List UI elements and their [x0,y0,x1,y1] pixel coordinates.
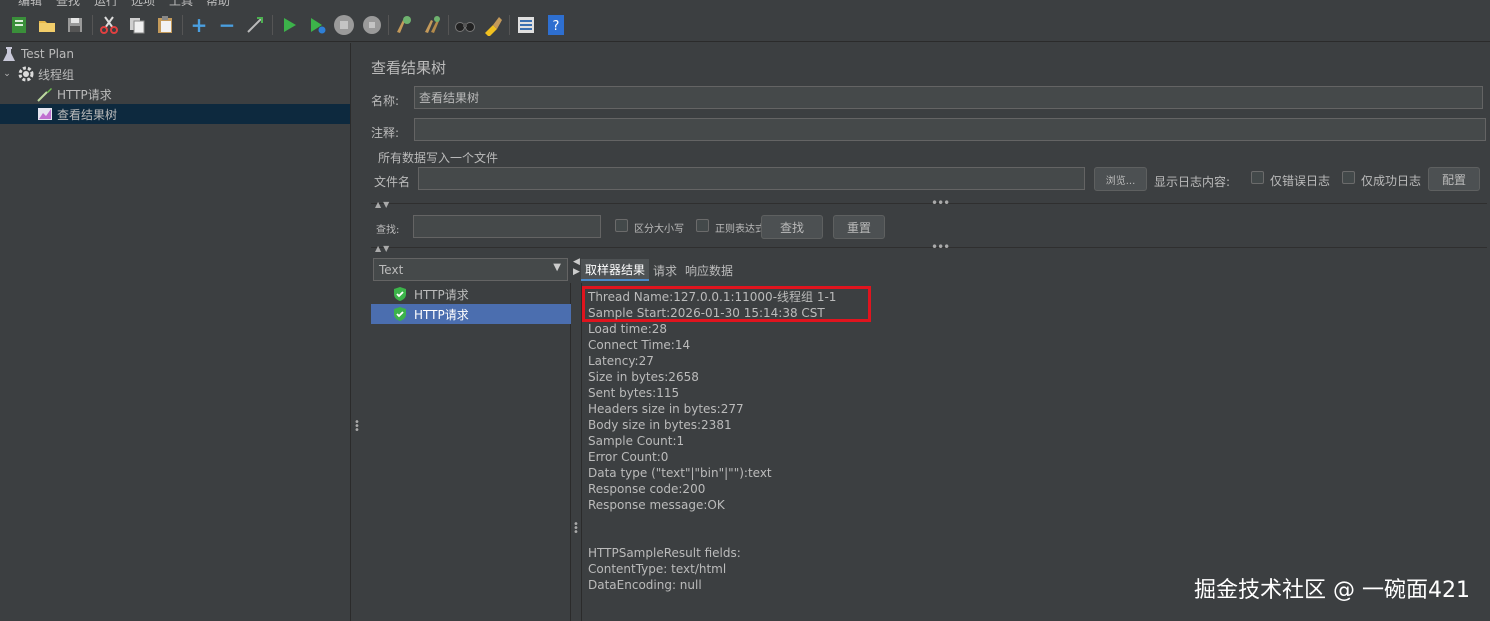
result-line: Sample Start:2026-01-30 15:14:38 CST [588,306,825,320]
view-results-tree-panel: 查看结果树 名称: 注释: 所有数据写入一个文件 文件名 浏览... 显示日志内… [360,43,1490,621]
result-line: DataEncoding: null [588,578,702,592]
start-icon[interactable] [278,14,300,36]
sampler-result-text[interactable]: Thread Name:127.0.0.1:11000-线程组 1-1 Samp… [581,283,1487,621]
configure-button[interactable]: 配置 [1428,167,1480,191]
search-icon[interactable] [454,14,476,36]
renderer-value: Text [379,262,404,277]
success-shield-icon [392,286,408,302]
svg-text:?: ? [553,19,560,34]
result-line: Response code:200 [588,482,706,496]
collapse-icon[interactable]: − [216,13,238,37]
save-icon[interactable] [64,14,86,36]
expand-icon[interactable]: + [188,13,210,37]
browse-button[interactable]: 浏览... [1094,167,1147,191]
template-icon[interactable] [8,14,30,36]
success-shield-icon [392,306,408,322]
gear-icon [17,65,35,83]
tab-response-data[interactable]: 响应数据 [681,259,737,281]
result-line: Body size in bytes:2381 [588,418,732,432]
result-line: Sent bytes:115 [588,386,680,400]
errors-only-label: 仅错误日志 [1270,174,1331,188]
filename-label: 文件名 [374,175,411,189]
result-tabs: 取样器结果 请求 响应数据 [581,259,737,281]
paste-icon[interactable] [154,14,176,36]
renderer-select[interactable]: Text ▼ [373,258,568,281]
comment-field[interactable] [414,118,1486,141]
list-item[interactable]: HTTP请求 [371,284,571,304]
shutdown-icon[interactable] [361,14,383,36]
help-icon[interactable]: ? [545,14,567,36]
tab-request[interactable]: 请求 [649,259,681,281]
case-sensitive-checkbox[interactable] [615,219,628,232]
tab-sampler-result[interactable]: 取样器结果 [581,259,650,281]
filename-field[interactable] [418,167,1085,190]
tree-item-label: 线程组 [38,67,75,82]
log-content-label: 显示日志内容: [1154,175,1231,189]
chart-icon [36,105,54,123]
chevron-down-icon: ▼ [553,262,561,273]
name-label: 名称: [371,94,400,108]
file-section-title: 所有数据写入一个文件 [378,151,499,165]
result-line: Sample Count:1 [588,434,685,448]
result-line: Error Count:0 [588,450,669,464]
tree-item-http-request[interactable]: HTTP请求 [36,84,112,104]
pipette-icon [36,85,54,103]
result-line: ContentType: text/html [588,562,727,576]
section-divider-1[interactable]: ▲▼ ••• [371,196,1487,211]
reset-search-icon[interactable] [482,14,504,36]
search-input[interactable] [413,215,601,238]
tree-item-thread-group[interactable]: ⌄ 线程组 [0,64,74,84]
result-line: Thread Name:127.0.0.1:11000-线程组 1-1 [588,290,837,304]
sample-label: HTTP请求 [414,287,469,302]
chevron-down-icon[interactable]: ⌄ [0,65,14,83]
start-no-pause-icon[interactable] [306,14,328,36]
result-line: Data type ("text"|"bin"|""):text [588,466,772,480]
test-plan-tree: Test Plan ⌄ 线程组 HTTP请求 查看结果树 [0,43,351,621]
result-line: Connect Time:14 [588,338,691,352]
sample-list: HTTP请求 HTTP请求 [371,283,571,621]
toggle-icon[interactable] [244,14,266,36]
name-field[interactable] [414,86,1483,109]
result-line: Load time:28 [588,322,668,336]
reset-button[interactable]: 重置 [833,215,885,239]
clear-icon[interactable] [393,14,415,36]
find-button[interactable]: 查找 [761,215,823,239]
test-plan-icon [0,45,18,63]
results-splitter[interactable]: ◀ ▶ • • • [572,253,580,621]
stop-icon[interactable] [333,14,355,36]
tree-item-view-results-tree[interactable]: 查看结果树 [0,104,350,124]
tree-item-label: HTTP请求 [57,87,112,102]
result-line: Response message:OK [588,498,725,512]
tree-item-label: Test Plan [21,47,74,61]
result-line: Headers size in bytes:277 [588,402,744,416]
result-line: Latency:27 [588,354,654,368]
comment-label: 注释: [371,126,400,140]
page-title: 查看结果树 [371,59,447,77]
sample-label: HTTP请求 [414,307,469,322]
tree-item-test-plan[interactable]: Test Plan [0,44,74,64]
tree-item-label: 查看结果树 [57,107,118,122]
success-only-checkbox[interactable] [1342,171,1355,184]
open-icon[interactable] [36,14,58,36]
section-divider-2[interactable]: ▲▼ ••• [371,240,1487,255]
list-item[interactable]: HTTP请求 [371,304,571,324]
regex-label: 正则表达式 [715,224,765,235]
result-line: HTTPSampleResult fields: [588,546,741,560]
toolbar: + − ? [0,6,1490,42]
result-line: Size in bytes:2658 [588,370,699,384]
case-sensitive-label: 区分大小写 [634,224,684,235]
errors-only-checkbox[interactable] [1251,171,1264,184]
search-label: 查找: [376,225,400,236]
clear-all-icon[interactable] [421,14,443,36]
success-only-label: 仅成功日志 [1361,174,1422,188]
main-splitter[interactable]: • • • [352,43,360,621]
regex-checkbox[interactable] [696,219,709,232]
copy-icon[interactable] [126,14,148,36]
watermark: 掘金技术社区 @ 一碗面421 [1194,578,1470,603]
function-helper-icon[interactable] [515,14,537,36]
cut-icon[interactable] [98,14,120,36]
